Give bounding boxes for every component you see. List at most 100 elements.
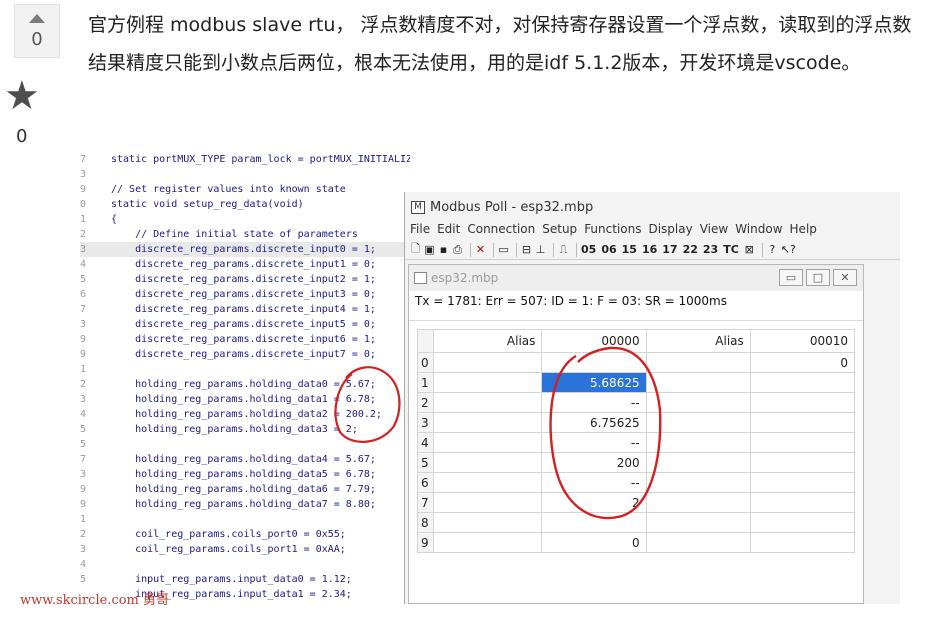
menu-item-window[interactable]: Window (735, 222, 782, 240)
alias-cell[interactable] (432, 372, 543, 393)
window-title: Modbus Poll - esp32.mbp (430, 199, 594, 215)
alias-cell[interactable] (432, 512, 543, 533)
line-number: 2 (80, 229, 87, 240)
toolbar: 🗋 ▣ ▪ ⎙ ✕ ▭ ⊟ ⊥ ⎍ 05 06 15 16 17 22 23 TC ⊠ ? ↖… (405, 240, 900, 260)
function-code-button[interactable]: TC (723, 243, 739, 256)
alias-cell[interactable] (432, 412, 543, 433)
value-cell-00010[interactable]: 0 (749, 352, 856, 373)
value-cell-00010[interactable] (749, 492, 856, 513)
alias-cell[interactable] (432, 352, 543, 373)
alias-cell[interactable] (645, 352, 751, 373)
value-cell-00000[interactable]: -- (541, 392, 647, 413)
line-number: 1 (80, 214, 87, 225)
register-table: Alias 00000 Alias 00010 0 0 1 5.68625 2 -- 3 6.… (417, 329, 856, 553)
alias-cell[interactable] (432, 532, 543, 553)
value-cell-00010[interactable] (749, 412, 856, 433)
value-cell-00000[interactable]: 200 (541, 452, 647, 473)
value-cell-00010[interactable] (749, 512, 856, 533)
print-icon[interactable]: ⎙ (452, 243, 463, 257)
code-line: 0 static void setup_reg_data(void) (80, 197, 304, 212)
disconnect-icon[interactable]: ⊥ (535, 243, 546, 256)
alias-cell[interactable] (432, 392, 543, 413)
value-cell-00010[interactable] (749, 472, 856, 493)
alias-cell[interactable] (645, 392, 751, 413)
alias-cell[interactable] (645, 432, 751, 453)
alias-cell[interactable] (645, 412, 751, 433)
value-cell-00010[interactable] (749, 452, 856, 473)
connect-icon[interactable]: ⊟ (521, 243, 532, 256)
code-line: 1{ (80, 212, 117, 227)
new-file-icon[interactable]: 🗋 (410, 240, 421, 259)
context-help-icon[interactable]: ↖? (781, 243, 796, 256)
display-icon[interactable]: ⊠ (744, 243, 755, 256)
status-line: Tx = 1781: Err = 507: ID = 1: F = 03: SR… (409, 291, 863, 321)
code-text: // Define initial state of parameters (111, 229, 358, 240)
value-cell-00000[interactable]: 0 (541, 532, 647, 553)
code-line: 3 discrete_reg_params.discrete_input5 = … (80, 317, 376, 332)
code-line: 7 discrete_reg_params.discrete_input4 = … (80, 302, 376, 317)
line-number: 3 (80, 169, 87, 180)
menu-item-help[interactable]: Help (790, 222, 817, 240)
alias-cell[interactable] (645, 472, 751, 493)
function-code-button[interactable]: 06 (601, 243, 616, 256)
code-snippet: 7 static portMUX_TYPE param_lock = portMU… (80, 152, 410, 604)
value-cell-00000[interactable]: 5.68625 (541, 372, 647, 393)
menu-item-display[interactable]: Display (648, 222, 692, 240)
save-icon[interactable]: ▪ (438, 243, 449, 256)
open-folder-icon[interactable]: ▣ (424, 243, 435, 256)
star-icon[interactable]: ★ (4, 76, 40, 116)
upvote-button[interactable]: 0 (14, 4, 60, 58)
line-number: 3 (80, 544, 87, 555)
alias-cell[interactable] (645, 372, 751, 393)
menu-item-view[interactable]: View (700, 222, 728, 240)
child-titlebar: esp32.mbp ▭ □ ✕ (409, 265, 863, 291)
close-button[interactable]: ✕ (833, 269, 857, 286)
value-cell-00000[interactable] (541, 512, 647, 533)
value-cell-00000[interactable] (541, 352, 647, 373)
menu-item-file[interactable]: File (410, 222, 430, 240)
alias-cell[interactable] (645, 512, 751, 533)
alias-cell[interactable] (645, 452, 751, 473)
vote-count: 0 (31, 29, 43, 50)
code-line: 7 static portMUX_TYPE param_lock = portMU… (80, 152, 410, 167)
menu-item-edit[interactable]: Edit (437, 222, 460, 240)
value-cell-00010[interactable] (749, 392, 856, 413)
minimize-button[interactable]: ▭ (779, 269, 803, 286)
question-text: 官方例程 modbus slave rtu， 浮点数精度不对，对保持寄存器设置一… (88, 14, 912, 74)
function-code-button[interactable]: 15 (622, 243, 637, 256)
function-code-button[interactable]: 05 (581, 243, 596, 256)
alias-cell[interactable] (645, 492, 751, 513)
value-cell-00000[interactable]: -- (541, 432, 647, 453)
value-cell-00010[interactable] (749, 532, 856, 553)
value-cell-00000[interactable]: 2 (541, 492, 647, 513)
alias-cell[interactable] (432, 492, 543, 513)
function-code-button[interactable]: 17 (662, 243, 677, 256)
menu-item-setup[interactable]: Setup (542, 222, 577, 240)
window-icon[interactable]: ▭ (498, 243, 509, 256)
help-icon[interactable]: ? (767, 243, 778, 256)
value-cell-00000[interactable]: 6.75625 (541, 412, 647, 433)
value-cell-00010[interactable] (749, 432, 856, 453)
function-code-button[interactable]: 23 (703, 243, 718, 256)
value-cell-00000[interactable]: -- (541, 472, 647, 493)
alias-cell[interactable] (645, 532, 751, 553)
alias-cell[interactable] (432, 452, 543, 473)
menu-item-functions[interactable]: Functions (584, 222, 641, 240)
line-number: 3 (80, 244, 87, 255)
alias-cell[interactable] (432, 472, 543, 493)
menu-item-connection[interactable]: Connection (467, 222, 535, 240)
code-line: 4 holding_reg_params.holding_data2 = 200… (80, 407, 382, 422)
alias-cell[interactable] (432, 432, 543, 453)
pulse-icon[interactable]: ⎍ (558, 243, 569, 257)
code-text: discrete_reg_params.discrete_input1 = 0; (111, 259, 376, 270)
value-cell-00010[interactable] (749, 372, 856, 393)
table-row: 00 (417, 352, 856, 373)
delete-icon[interactable]: ✕ (475, 243, 486, 256)
row-index: 0 (417, 352, 434, 373)
maximize-button[interactable]: □ (806, 269, 830, 286)
function-code-button[interactable]: 16 (642, 243, 657, 256)
row-index: 6 (417, 472, 434, 493)
code-line: 1 (80, 362, 111, 377)
function-code-buttons: 05 06 15 16 17 22 23 TC (581, 243, 744, 256)
function-code-button[interactable]: 22 (683, 243, 698, 256)
